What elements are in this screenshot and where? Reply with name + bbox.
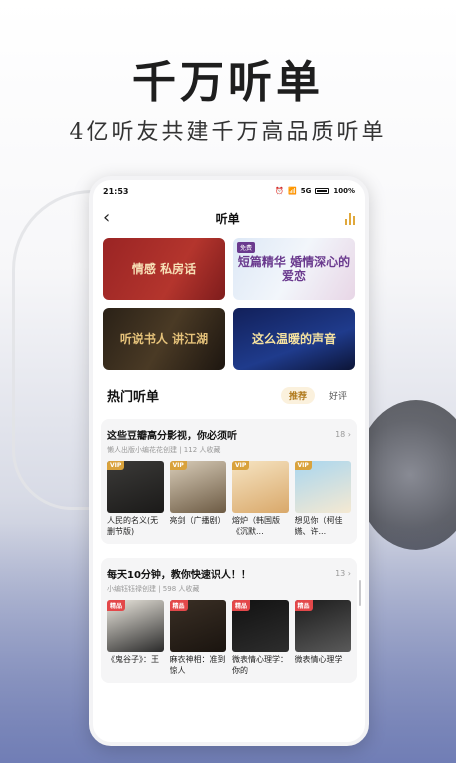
status-icons: ⏰ 📶 5G 100% bbox=[275, 187, 355, 195]
section-header: 热门听单 推荐 好评 bbox=[93, 370, 365, 413]
chevron-left-icon[interactable]: ‹ bbox=[103, 209, 110, 227]
banner-item[interactable]: 情感 私房话 bbox=[103, 238, 225, 300]
section-title: 热门听单 bbox=[107, 390, 160, 405]
vip-badge: VIP bbox=[294, 461, 312, 470]
tab-top-rated[interactable]: 好评 bbox=[321, 387, 355, 404]
album-title: 微表情心理学 bbox=[294, 655, 343, 664]
card-header: 每天10分钟，教你快速识人！！ 13 › bbox=[107, 566, 351, 581]
album-item[interactable]: VIP 想见你（柯佳嬿、许... bbox=[294, 461, 351, 538]
banner-tag: 免费 bbox=[237, 242, 256, 253]
card-title: 每天10分钟，教你快速识人！！ bbox=[107, 570, 251, 581]
tab-recommend[interactable]: 推荐 bbox=[280, 387, 315, 404]
album-title: 人民的名义(无删节版) bbox=[107, 516, 159, 536]
album-item[interactable]: 精品 麻衣神相：准到惊人 bbox=[169, 600, 226, 677]
album-cover: VIP bbox=[294, 461, 351, 513]
scrollbar[interactable] bbox=[359, 580, 361, 606]
card-header: 这些豆瓣高分影视，你必须听 18 › bbox=[107, 427, 351, 442]
album-title: 亮剑（广播剧） bbox=[169, 516, 226, 525]
banner-item[interactable]: 这么温暖的声音 bbox=[233, 308, 355, 370]
phone-screen: 21:53 ⏰ 📶 5G 100% ‹ 听单 情感 私房话 免费 短篇精华 婚情… bbox=[89, 176, 369, 746]
navbar: ‹ 听单 bbox=[93, 202, 365, 234]
album-cover: VIP bbox=[232, 461, 289, 513]
album-cover: 精品 bbox=[294, 600, 351, 652]
album-item[interactable]: 精品 微表情心理学 bbox=[294, 600, 351, 677]
playlist-card[interactable]: 每天10分钟，教你快速识人！！ 13 › 小编钰钰禄创建 | 598 人收藏 精… bbox=[101, 558, 357, 683]
vip-badge: VIP bbox=[169, 461, 187, 470]
network-label: 5G bbox=[300, 187, 312, 195]
card-count: 13 › bbox=[335, 569, 351, 578]
album-cover: 精品 bbox=[169, 600, 226, 652]
banner-text: 情感 私房话 bbox=[131, 261, 197, 276]
card-meta: 小编钰钰禄创建 | 598 人收藏 bbox=[107, 585, 200, 593]
banner-item[interactable]: 免费 短篇精华 婚情深心的爱恋 bbox=[233, 238, 355, 300]
album-item[interactable]: VIP 亮剑（广播剧） bbox=[169, 461, 226, 538]
wifi-icon: 📶 bbox=[288, 187, 297, 195]
album-item[interactable]: VIP 熔炉（韩国版《沉默... bbox=[232, 461, 289, 538]
album-cover: VIP bbox=[107, 461, 164, 513]
card-meta: 懒人出版小编花花创建 | 112 人收藏 bbox=[107, 446, 221, 454]
vip-badge: VIP bbox=[107, 461, 125, 470]
hero-subtitle: 4亿听友共建千万高品质听单 bbox=[69, 120, 387, 145]
album-item[interactable]: 精品 《鬼谷子》：王 bbox=[107, 600, 164, 677]
filter-tabs: 推荐 好评 bbox=[280, 387, 355, 404]
card-count: 18 › bbox=[335, 430, 351, 439]
album-title: 微表情心理学：你的 bbox=[232, 655, 288, 675]
card-title: 这些豆瓣高分影视，你必须听 bbox=[107, 431, 237, 442]
album-cover: 精品 bbox=[232, 600, 289, 652]
album-title: 熔炉（韩国版《沉默... bbox=[232, 516, 280, 536]
premium-badge: 精品 bbox=[169, 600, 188, 611]
hero-title: 千万听单 bbox=[132, 57, 324, 108]
premium-badge: 精品 bbox=[107, 600, 126, 611]
album-cover: VIP bbox=[169, 461, 226, 513]
premium-badge: 精品 bbox=[294, 600, 313, 611]
vip-badge: VIP bbox=[232, 461, 250, 470]
banner-grid: 情感 私房话 免费 短篇精华 婚情深心的爱恋 听说书人 讲江湖 这么温暖的声音 bbox=[93, 234, 365, 370]
album-item[interactable]: VIP 人民的名义(无删节版) bbox=[107, 461, 164, 538]
banner-text: 听说书人 讲江湖 bbox=[119, 331, 209, 346]
playlist-card[interactable]: 这些豆瓣高分影视，你必须听 18 › 懒人出版小编花花创建 | 112 人收藏 … bbox=[101, 419, 357, 544]
battery-level: 100% bbox=[333, 187, 355, 195]
banner-text: 短篇精华 婚情深心的爱恋 bbox=[237, 254, 351, 283]
page-title: 听单 bbox=[215, 211, 240, 226]
album-cover: 精品 bbox=[107, 600, 164, 652]
album-list: VIP 人民的名义(无删节版) VIP 亮剑（广播剧） VIP 熔炉（韩国版《沉… bbox=[107, 461, 351, 538]
album-item[interactable]: 精品 微表情心理学：你的 bbox=[232, 600, 289, 677]
status-time: 21:53 bbox=[103, 186, 129, 196]
album-title: 麻衣神相：准到惊人 bbox=[169, 655, 226, 675]
album-title: 想见你（柯佳嬿、许... bbox=[294, 516, 343, 536]
battery-icon bbox=[315, 188, 330, 194]
banner-text: 这么温暖的声音 bbox=[251, 331, 336, 346]
audio-bars-icon[interactable] bbox=[345, 211, 355, 225]
album-list: 精品 《鬼谷子》：王 精品 麻衣神相：准到惊人 精品 微表情心理学：你的 精品 … bbox=[107, 600, 351, 677]
premium-badge: 精品 bbox=[232, 600, 251, 611]
banner-item[interactable]: 听说书人 讲江湖 bbox=[103, 308, 225, 370]
alarm-icon: ⏰ bbox=[275, 187, 285, 195]
album-title: 《鬼谷子》：王 bbox=[107, 655, 159, 664]
status-bar: 21:53 ⏰ 📶 5G 100% bbox=[93, 180, 365, 202]
